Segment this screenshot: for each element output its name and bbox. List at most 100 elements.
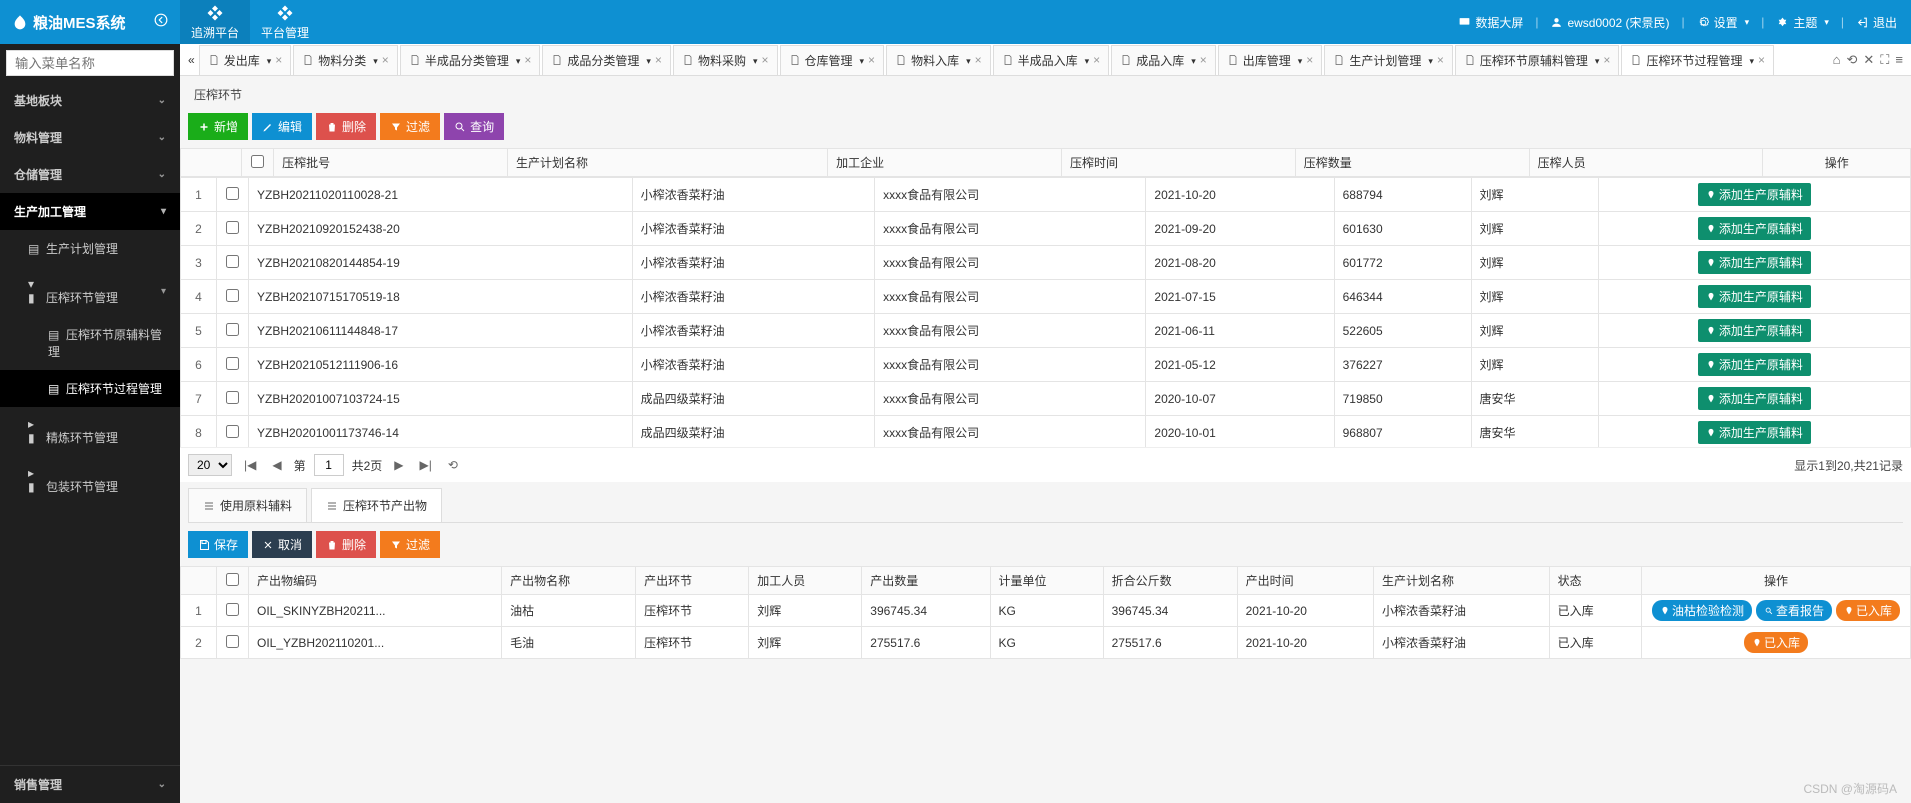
page-tab[interactable]: 出库管理× xyxy=(1218,45,1323,75)
sidebar-item[interactable]: ▤压榨环节过程管理 xyxy=(0,370,180,407)
row-checkbox[interactable] xyxy=(226,323,239,336)
add-material-badge[interactable]: 添加生产原辅料 xyxy=(1698,421,1811,444)
add-material-badge[interactable]: 添加生产原辅料 xyxy=(1698,353,1811,376)
page-tab[interactable]: 半成品入库× xyxy=(993,45,1110,75)
table-row[interactable]: 3YZBH20210820144854-19小榨浓香菜籽油xxxx食品有限公司2… xyxy=(181,246,1911,280)
page-number-input[interactable] xyxy=(314,454,344,476)
col-company[interactable]: 加工企业 xyxy=(828,149,1062,177)
tab-close-icon[interactable]: × xyxy=(1306,53,1313,67)
filter-button[interactable]: 过滤 xyxy=(380,113,440,140)
op-pill-instock[interactable]: 已入库 xyxy=(1744,632,1808,653)
table-row[interactable]: 8YZBH20201001173746-14成品四级菜籽油xxxx食品有限公司2… xyxy=(181,416,1911,448)
tab-close-icon[interactable]: × xyxy=(1093,53,1100,67)
subtab-materials[interactable]: 使用原料辅料 xyxy=(188,488,307,522)
col-plan[interactable]: 生产计划名称 xyxy=(507,149,827,177)
col-qty[interactable]: 产出数量 xyxy=(862,567,990,595)
table-row[interactable]: 1YZBH20211020110028-21小榨浓香菜籽油xxxx食品有限公司2… xyxy=(181,178,1911,212)
topnav-item[interactable]: 追溯平台 xyxy=(180,0,250,44)
col-name[interactable]: 产出物名称 xyxy=(502,567,636,595)
op-pill-inspect[interactable]: 油枯检验检测 xyxy=(1652,600,1752,621)
tab-close-icon[interactable]: × xyxy=(1758,53,1765,67)
add-button[interactable]: 新增 xyxy=(188,113,248,140)
collapse-sidebar-icon[interactable] xyxy=(154,13,168,31)
table-row[interactable]: 7YZBH20201007103724-15成品四级菜籽油xxxx食品有限公司2… xyxy=(181,382,1911,416)
col-stage[interactable]: 产出环节 xyxy=(636,567,749,595)
page-tab[interactable]: 物料分类× xyxy=(293,45,398,75)
delete-button[interactable]: 删除 xyxy=(316,113,376,140)
more-icon[interactable]: ≡ xyxy=(1895,52,1903,68)
row-checkbox[interactable] xyxy=(226,391,239,404)
tab-close-icon[interactable]: × xyxy=(524,53,531,67)
col-status[interactable]: 状态 xyxy=(1549,567,1641,595)
logout-link[interactable]: 退出 xyxy=(1856,14,1897,31)
col-batch[interactable]: 压榨批号 xyxy=(274,149,508,177)
page-tab[interactable]: 物料采购× xyxy=(673,45,778,75)
tab-close-icon[interactable]: × xyxy=(868,53,875,67)
home-icon[interactable]: ⌂ xyxy=(1833,52,1841,68)
table-row[interactable]: 4YZBH20210715170519-18小榨浓香菜籽油xxxx食品有限公司2… xyxy=(181,280,1911,314)
filter-button-2[interactable]: 过滤 xyxy=(380,531,440,558)
page-tab[interactable]: 压榨环节原辅料管理× xyxy=(1455,45,1620,75)
row-checkbox[interactable] xyxy=(226,221,239,234)
col-kg[interactable]: 折合公斤数 xyxy=(1103,567,1237,595)
row-checkbox[interactable] xyxy=(226,425,239,438)
sidebar-item[interactable]: ▸ ▮精炼环节管理 xyxy=(0,407,180,456)
query-button[interactable]: 查询 xyxy=(444,113,504,140)
delete-button-2[interactable]: 删除 xyxy=(316,531,376,558)
edit-button[interactable]: 编辑 xyxy=(252,113,312,140)
refresh-icon[interactable]: ⟲ xyxy=(1846,52,1857,68)
page-tab[interactable]: 物料入库× xyxy=(886,45,991,75)
page-tab[interactable]: 仓库管理× xyxy=(780,45,885,75)
col-time[interactable]: 产出时间 xyxy=(1237,567,1373,595)
pager-refresh[interactable]: ⟲ xyxy=(444,458,462,472)
op-pill-report[interactable]: 查看报告 xyxy=(1756,600,1832,621)
add-material-badge[interactable]: 添加生产原辅料 xyxy=(1698,319,1811,342)
col-code[interactable]: 产出物编码 xyxy=(249,567,502,595)
tab-close-icon[interactable]: × xyxy=(975,53,982,67)
page-tab[interactable]: 发出库× xyxy=(199,45,292,75)
theme-menu[interactable]: 主题 xyxy=(1776,14,1829,31)
col-plan[interactable]: 生产计划名称 xyxy=(1373,567,1549,595)
row-checkbox[interactable] xyxy=(226,635,239,648)
pager-first[interactable]: |◀ xyxy=(240,458,260,472)
page-tab[interactable]: 半成品分类管理× xyxy=(400,45,541,75)
sidebar-item[interactable]: 基地板块⌄ xyxy=(0,82,180,119)
table-row[interactable]: 6YZBH20210512111906-16小榨浓香菜籽油xxxx食品有限公司2… xyxy=(181,348,1911,382)
col-person[interactable]: 压榨人员 xyxy=(1529,149,1763,177)
sidebar-item[interactable]: ▾ ▮压榨环节管理▾ xyxy=(0,267,180,316)
tab-close-icon[interactable]: × xyxy=(1437,53,1444,67)
tab-close-icon[interactable]: × xyxy=(1603,53,1610,67)
sidebar-item[interactable]: 物料管理⌄ xyxy=(0,119,180,156)
page-size-select[interactable]: 20 xyxy=(188,454,232,476)
add-material-badge[interactable]: 添加生产原辅料 xyxy=(1698,285,1811,308)
sidebar-item-sales[interactable]: 销售管理 ⌄ xyxy=(0,765,180,803)
sidebar-item[interactable]: ▤压榨环节原辅料管理 xyxy=(0,316,180,370)
sidebar-item[interactable]: ▸ ▮包装环节管理 xyxy=(0,456,180,505)
tab-close-icon[interactable]: × xyxy=(382,53,389,67)
col-time[interactable]: 压榨时间 xyxy=(1061,149,1295,177)
page-tab[interactable]: 成品入库× xyxy=(1111,45,1216,75)
sidebar-item[interactable]: 仓储管理⌄ xyxy=(0,156,180,193)
add-material-badge[interactable]: 添加生产原辅料 xyxy=(1698,183,1811,206)
row-checkbox[interactable] xyxy=(226,255,239,268)
menu-search-input[interactable] xyxy=(6,50,174,76)
cancel-button[interactable]: 取消 xyxy=(252,531,312,558)
tab-close-icon[interactable]: × xyxy=(275,53,282,67)
close-all-icon[interactable]: ✕ xyxy=(1863,52,1874,68)
tab-close-icon[interactable]: × xyxy=(1200,53,1207,67)
col-person[interactable]: 加工人员 xyxy=(749,567,862,595)
data-screen-link[interactable]: 数据大屏 xyxy=(1458,14,1523,31)
table-row[interactable]: 2YZBH20210920152438-20小榨浓香菜籽油xxxx食品有限公司2… xyxy=(181,212,1911,246)
select-all-checkbox[interactable] xyxy=(251,155,264,168)
col-unit[interactable]: 计量单位 xyxy=(990,567,1103,595)
tab-close-icon[interactable]: × xyxy=(655,53,662,67)
col-qty[interactable]: 压榨数量 xyxy=(1295,149,1529,177)
op-pill-instock[interactable]: 已入库 xyxy=(1836,600,1900,621)
tabs-scroll-left[interactable]: « xyxy=(184,53,199,67)
table-row[interactable]: 5YZBH20210611144848-17小榨浓香菜籽油xxxx食品有限公司2… xyxy=(181,314,1911,348)
tab-close-icon[interactable]: × xyxy=(761,53,768,67)
sidebar-item[interactable]: ▤生产计划管理 xyxy=(0,230,180,267)
settings-menu[interactable]: 设置 xyxy=(1697,14,1750,31)
add-material-badge[interactable]: 添加生产原辅料 xyxy=(1698,387,1811,410)
table-row[interactable]: 1OIL_SKINYZBH20211...油枯压榨环节刘辉396745.34KG… xyxy=(181,595,1911,627)
